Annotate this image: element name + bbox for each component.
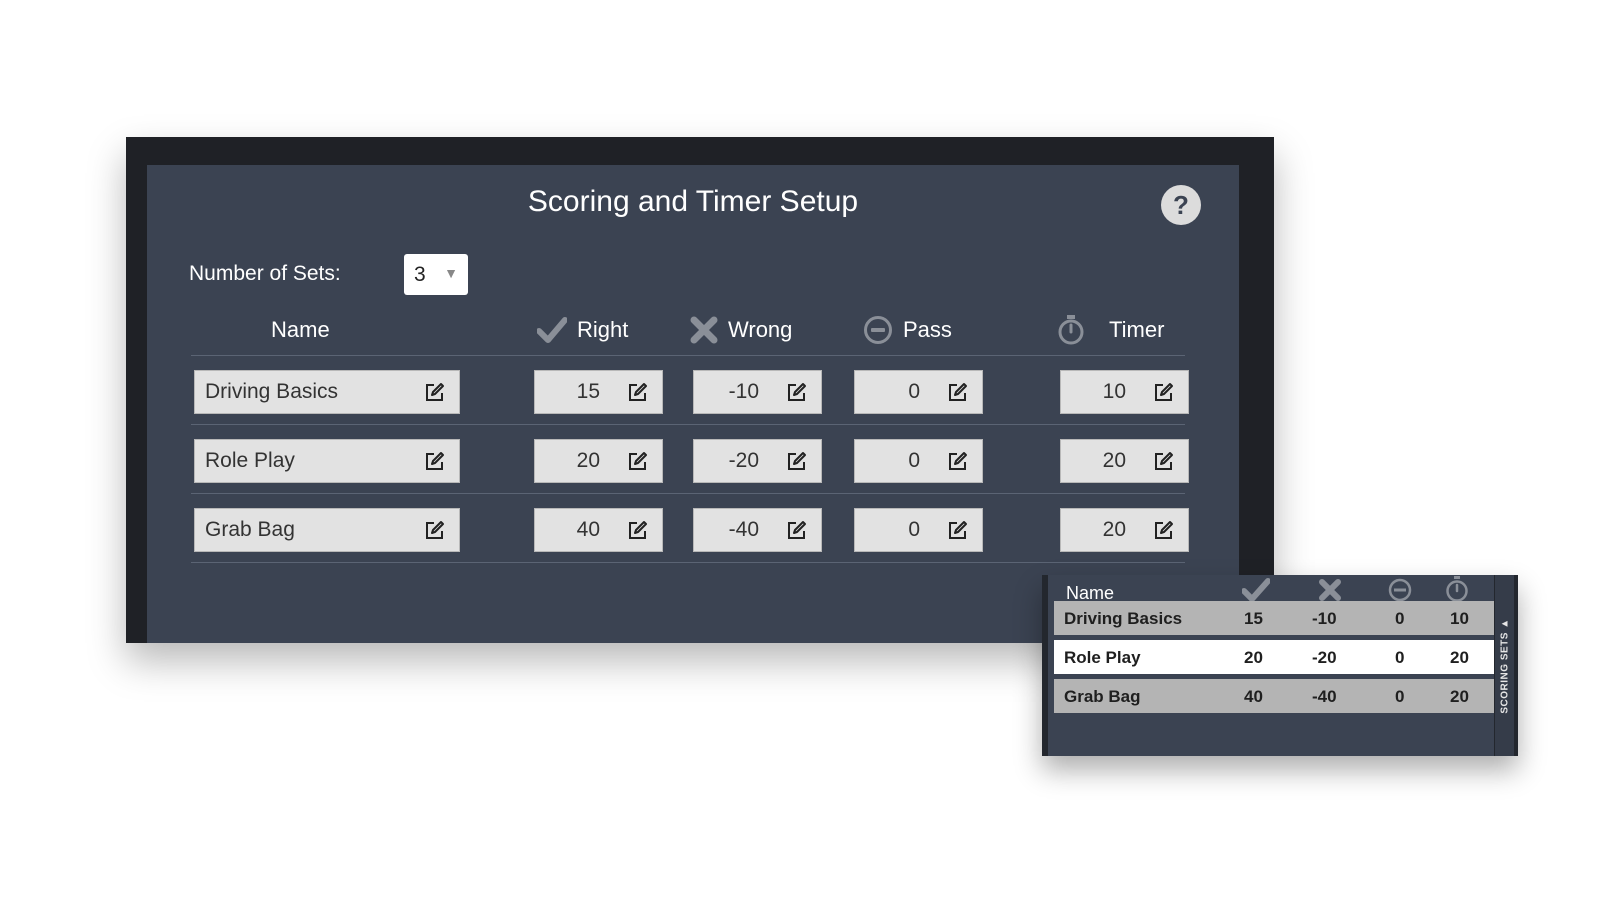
edit-icon[interactable] xyxy=(946,520,968,542)
pass-points-field[interactable]: 0 xyxy=(854,370,983,414)
timer-field[interactable]: 20 xyxy=(1060,439,1189,483)
wrong-points-field[interactable]: -10 xyxy=(693,370,822,414)
edit-icon[interactable] xyxy=(626,520,648,542)
number-of-sets-select[interactable]: 3 ▼ xyxy=(404,254,468,295)
scoring-set-pass: 0 xyxy=(1395,648,1405,667)
edit-icon[interactable] xyxy=(423,382,445,404)
number-of-sets-label: Number of Sets: xyxy=(189,262,341,285)
timer-value: 10 xyxy=(1102,380,1126,403)
pass-points-value: 0 xyxy=(908,449,920,472)
scoring-set-right: 40 xyxy=(1244,687,1263,706)
scoring-set-name: Role Play xyxy=(1064,648,1141,667)
edit-icon[interactable] xyxy=(1152,451,1174,473)
column-header-pass: Pass xyxy=(863,313,952,347)
timer-value: 20 xyxy=(1102,518,1126,541)
row-divider xyxy=(191,424,1185,425)
scoring-set-pass: 0 xyxy=(1395,687,1405,706)
scoring-set-wrong: -40 xyxy=(1312,687,1337,706)
column-header-right-label: Right xyxy=(577,317,629,342)
scoring-set-name: Driving Basics xyxy=(1064,609,1183,628)
pass-points-field[interactable]: 0 xyxy=(854,508,983,552)
pass-points-value: 0 xyxy=(908,380,920,403)
edit-icon[interactable] xyxy=(946,382,968,404)
scoring-set-pass: 0 xyxy=(1395,609,1405,628)
edit-icon[interactable] xyxy=(785,520,807,542)
row-divider xyxy=(191,493,1185,494)
scoring-set-right: 20 xyxy=(1244,648,1263,667)
column-header-timer: Timer xyxy=(1057,313,1164,347)
edit-icon[interactable] xyxy=(423,451,445,473)
scoring-set-name: Grab Bag xyxy=(1064,687,1141,706)
scoring-set-row[interactable]: Grab Bag 40 -40 0 20 xyxy=(1054,679,1494,713)
edit-icon[interactable] xyxy=(785,451,807,473)
scoring-sets-tab[interactable]: SCORING SETS ▲ xyxy=(1494,575,1514,756)
edit-icon[interactable] xyxy=(1152,382,1174,404)
scoring-sets-panel: Name Driving Basics 15 -10 0 10 Role Pla… xyxy=(1042,575,1518,756)
x-icon xyxy=(690,316,718,344)
dialog-title: Scoring and Timer Setup xyxy=(527,185,859,218)
set-name-value: Driving Basics xyxy=(205,380,339,403)
timer-field[interactable]: 20 xyxy=(1060,508,1189,552)
scoring-set-row[interactable]: Driving Basics 15 -10 0 10 xyxy=(1054,601,1494,635)
timer-value: 20 xyxy=(1102,449,1126,472)
column-header-wrong: Wrong xyxy=(690,313,792,347)
scoring-set-timer: 20 xyxy=(1450,648,1469,667)
row-divider xyxy=(191,562,1185,563)
triangle-down-icon: ▼ xyxy=(444,265,458,281)
set-name-field[interactable]: Driving Basics xyxy=(194,370,460,414)
edit-icon[interactable] xyxy=(1152,520,1174,542)
wrong-points-value: -40 xyxy=(728,518,759,541)
set-name-value: Grab Bag xyxy=(205,518,295,541)
scoring-set-wrong: -10 xyxy=(1312,609,1337,628)
column-header-wrong-label: Wrong xyxy=(728,317,793,342)
right-points-field[interactable]: 40 xyxy=(534,508,663,552)
wrong-points-field[interactable]: -40 xyxy=(693,508,822,552)
minus-circle-icon xyxy=(863,315,893,345)
right-points-value: 15 xyxy=(576,380,600,403)
number-of-sets-value: 3 xyxy=(414,262,426,286)
column-header-right: Right xyxy=(537,313,628,347)
help-button[interactable]: ? xyxy=(1161,185,1201,225)
wrong-points-value: -10 xyxy=(728,380,759,403)
stopwatch-icon xyxy=(1057,314,1085,346)
column-header-pass-label: Pass xyxy=(903,317,952,342)
checkmark-icon xyxy=(537,317,567,343)
edit-icon[interactable] xyxy=(626,382,648,404)
column-header-name: Name xyxy=(271,313,330,347)
scoring-set-timer: 20 xyxy=(1450,687,1469,706)
right-points-value: 40 xyxy=(576,518,600,541)
scoring-set-row-selected[interactable]: Role Play 20 -20 0 20 xyxy=(1054,640,1494,674)
scoring-set-timer: 10 xyxy=(1450,609,1469,628)
right-points-value: 20 xyxy=(576,449,600,472)
right-points-field[interactable]: 15 xyxy=(534,370,663,414)
scoring-set-right: 15 xyxy=(1244,609,1263,628)
pass-points-field[interactable]: 0 xyxy=(854,439,983,483)
wrong-points-value: -20 xyxy=(728,449,759,472)
edit-icon[interactable] xyxy=(785,382,807,404)
edit-icon[interactable] xyxy=(946,451,968,473)
scoring-timer-dialog: Scoring and Timer Setup ? Number of Sets… xyxy=(147,165,1239,643)
right-points-field[interactable]: 20 xyxy=(534,439,663,483)
set-name-field[interactable]: Role Play xyxy=(194,439,460,483)
help-icon: ? xyxy=(1173,189,1189,220)
scoring-sets-tab-label: SCORING SETS ▲ xyxy=(1499,617,1510,714)
column-header-name-label: Name xyxy=(271,317,330,342)
wrong-points-field[interactable]: -20 xyxy=(693,439,822,483)
edit-icon[interactable] xyxy=(626,451,648,473)
set-name-value: Role Play xyxy=(205,449,295,472)
set-name-field[interactable]: Grab Bag xyxy=(194,508,460,552)
scoring-set-wrong: -20 xyxy=(1312,648,1337,667)
pass-points-value: 0 xyxy=(908,518,920,541)
column-header-timer-label: Timer xyxy=(1109,317,1165,342)
timer-field[interactable]: 10 xyxy=(1060,370,1189,414)
edit-icon[interactable] xyxy=(423,520,445,542)
row-divider xyxy=(191,355,1185,356)
